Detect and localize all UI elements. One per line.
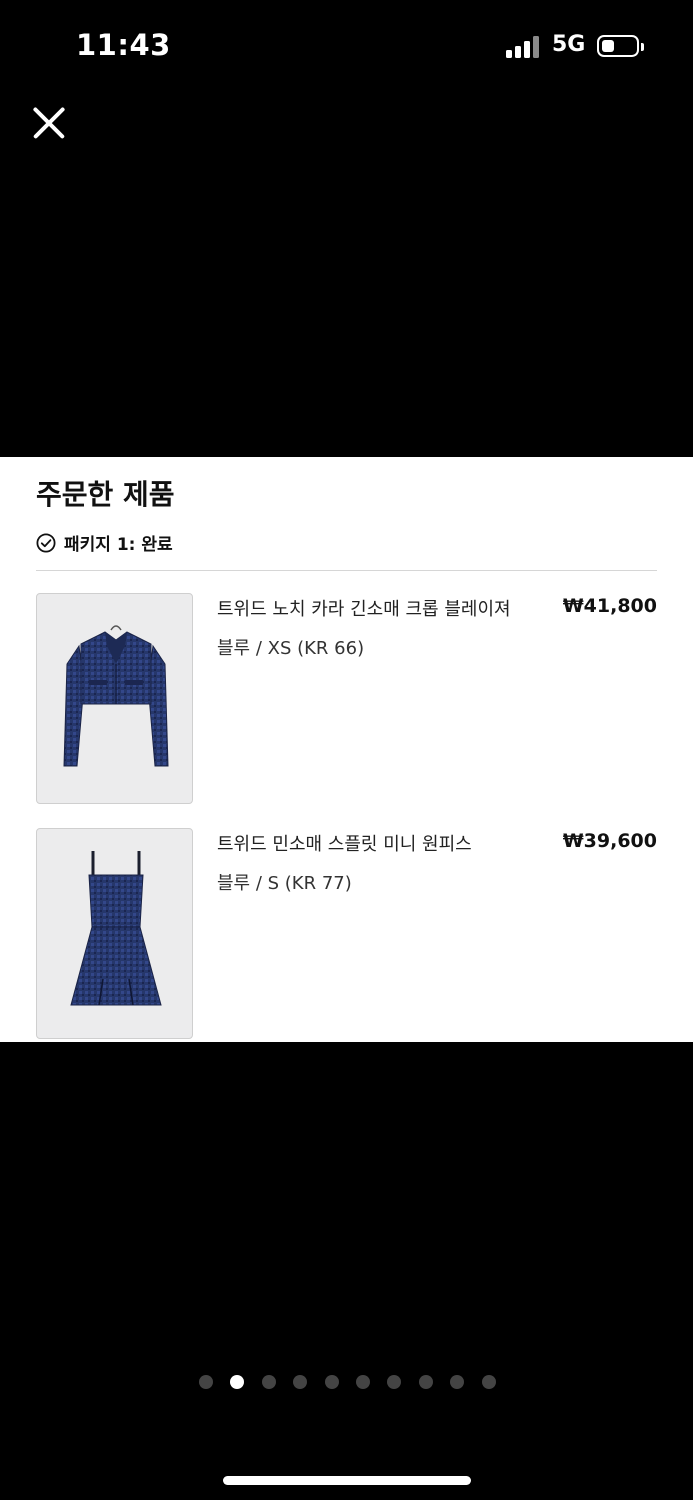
product-variant: 블루 / S (KR 77) xyxy=(217,873,352,894)
product-name[interactable]: 트위드 민소매 스플릿 미니 원피스 xyxy=(217,830,472,856)
product-name[interactable]: 트위드 노치 카라 긴소매 크롭 블레이져 xyxy=(217,595,511,621)
carousel-dot[interactable] xyxy=(261,1375,276,1389)
tweed-mini-dress-image xyxy=(70,851,162,1006)
carousel-dot[interactable] xyxy=(450,1375,465,1389)
carousel-dot[interactable] xyxy=(356,1375,370,1389)
product-price: ₩39,600 xyxy=(562,830,657,852)
order-item[interactable]: 트위드 노치 카라 긴소매 크롭 블레이져 블루 / XS (KR 66) ₩4… xyxy=(36,593,657,807)
carousel-dot[interactable] xyxy=(387,1375,402,1389)
carousel-dot[interactable] xyxy=(324,1375,339,1389)
tweed-cropped-blazer-image xyxy=(63,625,169,767)
package-status: 패키지 1: 완료 xyxy=(36,530,173,555)
product-image[interactable] xyxy=(36,828,193,1039)
divider xyxy=(36,570,657,571)
order-item[interactable]: 트위드 민소매 스플릿 미니 원피스 블루 / S (KR 77) ₩39,60… xyxy=(36,828,657,1042)
carousel-dot[interactable] xyxy=(199,1375,213,1389)
network-type: 5G xyxy=(552,32,586,57)
section-title: 주문한 제품 xyxy=(36,478,175,511)
ordered-products-card: 주문한 제품 패키지 1: 완료 트위드 노치 카라 긴소매 크롭 블레이져 블… xyxy=(0,457,693,1042)
package-label: 패키지 1: 완료 xyxy=(64,535,173,555)
cellular-signal-icon xyxy=(506,36,542,58)
carousel-dot[interactable] xyxy=(481,1375,496,1389)
home-indicator xyxy=(223,1476,471,1485)
carousel-dot[interactable] xyxy=(418,1375,433,1389)
carousel-pagination[interactable] xyxy=(0,1372,693,1392)
status-time: 11:43 xyxy=(76,28,171,62)
product-image[interactable] xyxy=(36,593,193,804)
battery-icon xyxy=(597,35,644,57)
check-circle-icon xyxy=(36,532,56,553)
carousel-dot-active[interactable] xyxy=(230,1375,245,1389)
carousel-dot[interactable] xyxy=(293,1375,308,1389)
status-bar: 11:43 5G xyxy=(0,0,693,90)
product-variant: 블루 / XS (KR 66) xyxy=(217,638,365,659)
close-icon[interactable] xyxy=(30,104,68,142)
product-price: ₩41,800 xyxy=(562,595,657,617)
